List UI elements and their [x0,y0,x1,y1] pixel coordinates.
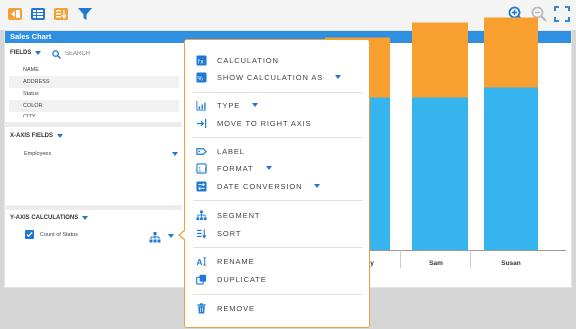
show-calculation-icon: % [195,71,207,83]
chevron-down-icon [265,166,272,170]
menu-item-format[interactable]: 1.0 FORMAT [195,161,272,175]
move-axis-icon [195,117,207,129]
menu-item-move-to-right-axis[interactable]: MOVE TO RIGHT AXIS [195,116,312,130]
x-tick-label: Susan [501,260,521,267]
context-menu: fx CALCULATION % SHOW CALCULATION AS TYP… [184,39,370,328]
sort-icon [195,227,207,239]
menu-item-sort[interactable]: SORT [195,226,241,240]
chevron-down-icon [314,184,321,188]
chevron-down-icon [335,75,342,79]
bar-segment[interactable] [484,87,538,251]
svg-text:1.0: 1.0 [198,167,207,173]
format-icon: 1.0 [195,162,207,174]
menu-separator [193,247,363,248]
menu-separator [193,92,363,93]
menu-item-segment[interactable]: SEGMENT [195,208,260,222]
menu-item-label[interactable]: LABEL [195,144,245,158]
x-axis-gridline [470,250,471,268]
segment-icon [195,209,207,221]
x-tick-label: Sam [429,260,443,267]
menu-item-type[interactable]: TYPE [195,98,259,112]
chart-type-icon [195,99,207,111]
rename-icon: A [195,255,207,267]
trash-icon [195,302,207,314]
duplicate-icon [195,273,207,285]
bar-segment[interactable] [412,97,468,251]
label-icon [195,145,207,157]
menu-separator [193,294,363,295]
svg-text:A: A [196,258,203,267]
menu-item-remove[interactable]: REMOVE [195,301,255,315]
menu-item-show-calculation-as[interactable]: % SHOW CALCULATION AS [195,70,342,84]
date-conversion-icon [195,180,207,192]
bar-segment[interactable] [412,22,468,98]
svg-text:fx: fx [197,58,204,65]
x-axis-gridline [400,250,401,268]
calculation-icon: fx [195,54,207,66]
menu-item-duplicate[interactable]: DUPLICATE [195,272,267,286]
menu-separator [193,137,363,138]
menu-pointer-inner [180,230,186,240]
svg-text:%: % [197,76,203,82]
chevron-down-icon [252,103,259,107]
menu-item-rename[interactable]: A RENAME [195,254,255,268]
menu-item-calculation[interactable]: fx CALCULATION [195,53,279,67]
bar-segment[interactable] [484,17,538,88]
menu-item-date-conversion[interactable]: DATE CONVERSION [195,179,321,193]
menu-separator [193,200,363,201]
